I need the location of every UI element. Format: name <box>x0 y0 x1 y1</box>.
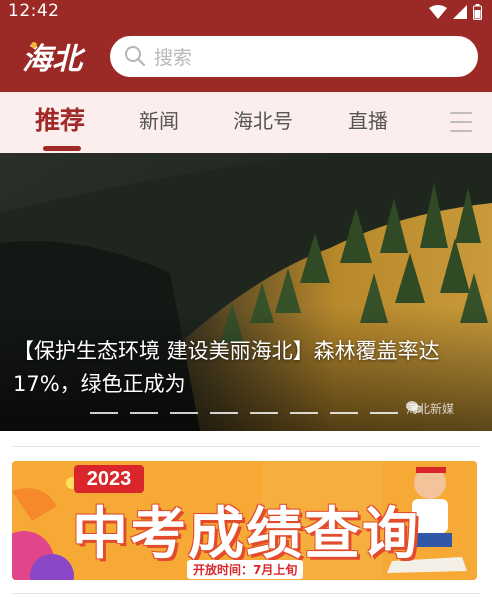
wifi-icon <box>429 5 447 19</box>
status-icons <box>429 3 482 21</box>
search-placeholder: 搜索 <box>154 47 193 69</box>
carousel-dot[interactable] <box>250 412 278 414</box>
tab-haibei-account[interactable]: 海北号 <box>233 92 293 153</box>
wechat-icon <box>406 401 422 413</box>
banner-title: 中考成绩查询 <box>72 502 420 567</box>
battery-icon <box>473 4 482 20</box>
signal-icon <box>453 5 467 19</box>
hero-carousel[interactable]: 【保护生态环境 建设美丽海北】森林覆盖率达17%，绿色正成为 海北新媒 <box>0 153 492 431</box>
app-header: 12:42 海北 搜索 <box>0 0 492 92</box>
tab-news[interactable]: 新闻 <box>139 92 179 153</box>
active-tab-indicator <box>43 146 81 151</box>
carousel-dot[interactable] <box>130 412 158 414</box>
divider <box>12 593 480 594</box>
open-time-label: 开放时间：7月上旬 <box>187 560 304 579</box>
haibei-logo: 海北 <box>22 42 86 77</box>
hero-caption: 【保护生态环境 建设美丽海北】森林覆盖率达17%，绿色正成为 <box>13 339 440 396</box>
carousel-dot[interactable] <box>330 412 358 414</box>
carousel-dot[interactable] <box>290 412 318 414</box>
exam-results-banner[interactable]: 2023 中考成绩查询 开放时间：7月上旬 <box>12 461 477 580</box>
search-bar[interactable]: 搜索 <box>110 36 478 77</box>
carousel-dot[interactable] <box>210 412 238 414</box>
status-bar: 12:42 <box>0 0 492 24</box>
divider <box>12 446 480 447</box>
search-icon <box>125 46 146 67</box>
status-time: 12:42 <box>8 1 60 21</box>
channel-tabs: 推荐 新闻 海北号 直播 <box>0 92 492 153</box>
watermark: 海北新媒 <box>406 400 454 417</box>
svg-text:海北: 海北 <box>22 42 86 77</box>
menu-icon[interactable] <box>450 112 472 132</box>
tab-live[interactable]: 直播 <box>348 92 388 153</box>
carousel-dot[interactable] <box>170 412 198 414</box>
carousel-dot[interactable] <box>90 412 118 414</box>
carousel-dot[interactable] <box>370 412 398 414</box>
tab-recommend[interactable]: 推荐 <box>35 92 85 153</box>
carousel-dots <box>90 412 398 414</box>
